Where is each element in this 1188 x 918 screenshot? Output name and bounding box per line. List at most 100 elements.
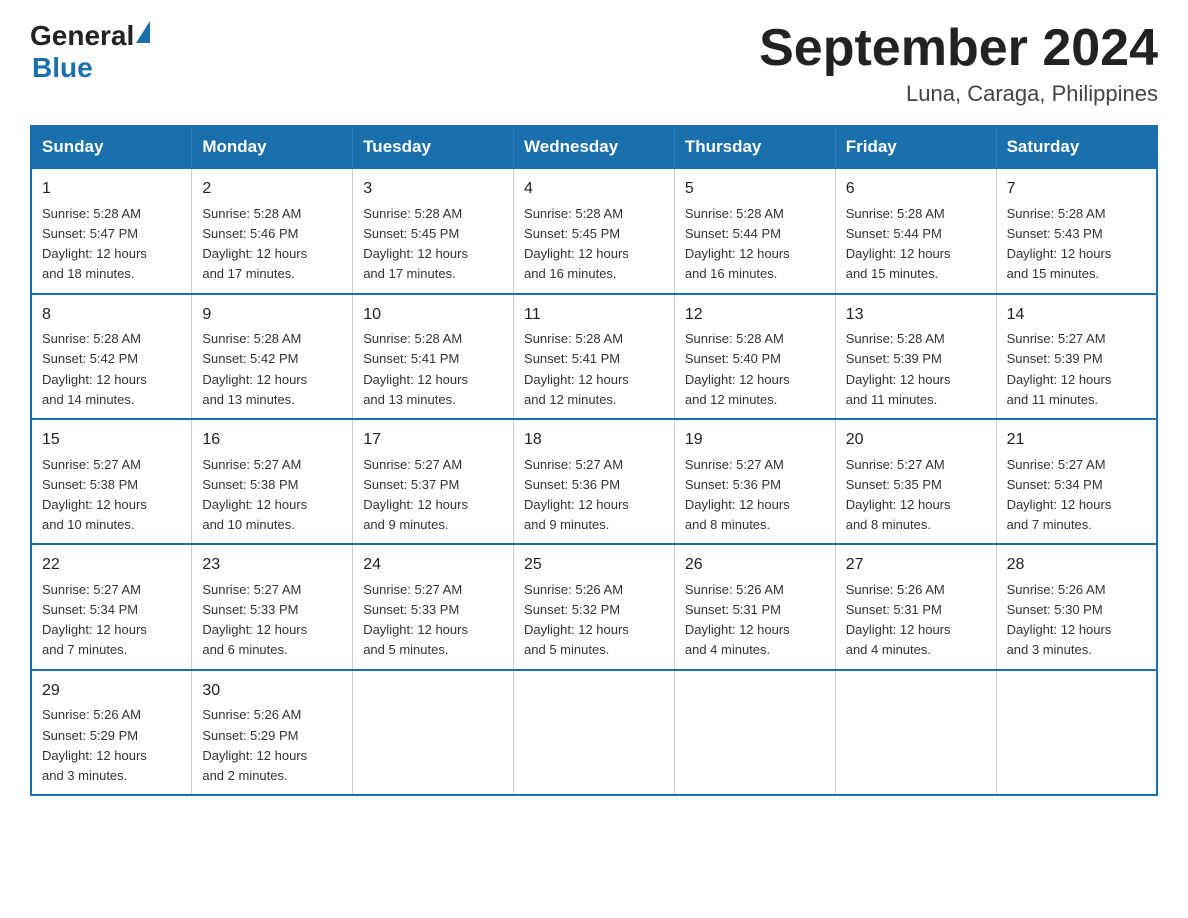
day-number: 27 bbox=[846, 553, 986, 578]
calendar-cell: 23 Sunrise: 5:27 AMSunset: 5:33 PMDaylig… bbox=[192, 544, 353, 669]
day-number: 20 bbox=[846, 428, 986, 453]
day-number: 7 bbox=[1007, 177, 1146, 202]
day-number: 3 bbox=[363, 177, 503, 202]
day-info: Sunrise: 5:28 AMSunset: 5:41 PMDaylight:… bbox=[363, 329, 503, 410]
day-number: 19 bbox=[685, 428, 825, 453]
weekday-header-wednesday: Wednesday bbox=[514, 126, 675, 168]
calendar-table: SundayMondayTuesdayWednesdayThursdayFrid… bbox=[30, 125, 1158, 796]
logo-blue-text: Blue bbox=[32, 52, 93, 84]
calendar-cell bbox=[835, 670, 996, 795]
day-info: Sunrise: 5:28 AMSunset: 5:44 PMDaylight:… bbox=[685, 204, 825, 285]
calendar-cell: 25 Sunrise: 5:26 AMSunset: 5:32 PMDaylig… bbox=[514, 544, 675, 669]
calendar-cell: 14 Sunrise: 5:27 AMSunset: 5:39 PMDaylig… bbox=[996, 294, 1157, 419]
calendar-cell: 3 Sunrise: 5:28 AMSunset: 5:45 PMDayligh… bbox=[353, 168, 514, 293]
calendar-cell: 19 Sunrise: 5:27 AMSunset: 5:36 PMDaylig… bbox=[674, 419, 835, 544]
calendar-cell: 21 Sunrise: 5:27 AMSunset: 5:34 PMDaylig… bbox=[996, 419, 1157, 544]
day-number: 2 bbox=[202, 177, 342, 202]
day-number: 26 bbox=[685, 553, 825, 578]
logo-triangle-icon bbox=[136, 21, 150, 43]
calendar-cell: 13 Sunrise: 5:28 AMSunset: 5:39 PMDaylig… bbox=[835, 294, 996, 419]
title-section: September 2024 Luna, Caraga, Philippines bbox=[759, 20, 1158, 107]
calendar-cell bbox=[674, 670, 835, 795]
day-number: 24 bbox=[363, 553, 503, 578]
weekday-header-thursday: Thursday bbox=[674, 126, 835, 168]
calendar-cell: 16 Sunrise: 5:27 AMSunset: 5:38 PMDaylig… bbox=[192, 419, 353, 544]
day-number: 8 bbox=[42, 303, 181, 328]
day-info: Sunrise: 5:27 AMSunset: 5:35 PMDaylight:… bbox=[846, 455, 986, 536]
calendar-cell: 26 Sunrise: 5:26 AMSunset: 5:31 PMDaylig… bbox=[674, 544, 835, 669]
day-number: 25 bbox=[524, 553, 664, 578]
weekday-header-sunday: Sunday bbox=[31, 126, 192, 168]
calendar-cell: 30 Sunrise: 5:26 AMSunset: 5:29 PMDaylig… bbox=[192, 670, 353, 795]
day-number: 5 bbox=[685, 177, 825, 202]
day-info: Sunrise: 5:28 AMSunset: 5:41 PMDaylight:… bbox=[524, 329, 664, 410]
calendar-cell: 9 Sunrise: 5:28 AMSunset: 5:42 PMDayligh… bbox=[192, 294, 353, 419]
day-number: 15 bbox=[42, 428, 181, 453]
calendar-week-row: 29 Sunrise: 5:26 AMSunset: 5:29 PMDaylig… bbox=[31, 670, 1157, 795]
day-number: 13 bbox=[846, 303, 986, 328]
day-info: Sunrise: 5:28 AMSunset: 5:45 PMDaylight:… bbox=[524, 204, 664, 285]
day-number: 4 bbox=[524, 177, 664, 202]
day-info: Sunrise: 5:27 AMSunset: 5:38 PMDaylight:… bbox=[42, 455, 181, 536]
day-info: Sunrise: 5:28 AMSunset: 5:42 PMDaylight:… bbox=[42, 329, 181, 410]
day-info: Sunrise: 5:26 AMSunset: 5:29 PMDaylight:… bbox=[202, 705, 342, 786]
day-number: 10 bbox=[363, 303, 503, 328]
day-number: 23 bbox=[202, 553, 342, 578]
calendar-subtitle: Luna, Caraga, Philippines bbox=[759, 81, 1158, 107]
day-info: Sunrise: 5:27 AMSunset: 5:36 PMDaylight:… bbox=[685, 455, 825, 536]
weekday-header-saturday: Saturday bbox=[996, 126, 1157, 168]
calendar-cell: 27 Sunrise: 5:26 AMSunset: 5:31 PMDaylig… bbox=[835, 544, 996, 669]
day-info: Sunrise: 5:28 AMSunset: 5:46 PMDaylight:… bbox=[202, 204, 342, 285]
page-header: General Blue September 2024 Luna, Caraga… bbox=[30, 20, 1158, 107]
day-info: Sunrise: 5:27 AMSunset: 5:38 PMDaylight:… bbox=[202, 455, 342, 536]
calendar-week-row: 8 Sunrise: 5:28 AMSunset: 5:42 PMDayligh… bbox=[31, 294, 1157, 419]
calendar-cell: 7 Sunrise: 5:28 AMSunset: 5:43 PMDayligh… bbox=[996, 168, 1157, 293]
day-info: Sunrise: 5:27 AMSunset: 5:33 PMDaylight:… bbox=[363, 580, 503, 661]
weekday-header-row: SundayMondayTuesdayWednesdayThursdayFrid… bbox=[31, 126, 1157, 168]
day-info: Sunrise: 5:26 AMSunset: 5:32 PMDaylight:… bbox=[524, 580, 664, 661]
day-number: 22 bbox=[42, 553, 181, 578]
calendar-cell: 12 Sunrise: 5:28 AMSunset: 5:40 PMDaylig… bbox=[674, 294, 835, 419]
calendar-cell: 22 Sunrise: 5:27 AMSunset: 5:34 PMDaylig… bbox=[31, 544, 192, 669]
day-info: Sunrise: 5:26 AMSunset: 5:30 PMDaylight:… bbox=[1007, 580, 1146, 661]
calendar-cell: 28 Sunrise: 5:26 AMSunset: 5:30 PMDaylig… bbox=[996, 544, 1157, 669]
day-info: Sunrise: 5:26 AMSunset: 5:29 PMDaylight:… bbox=[42, 705, 181, 786]
calendar-cell: 10 Sunrise: 5:28 AMSunset: 5:41 PMDaylig… bbox=[353, 294, 514, 419]
weekday-header-tuesday: Tuesday bbox=[353, 126, 514, 168]
calendar-week-row: 22 Sunrise: 5:27 AMSunset: 5:34 PMDaylig… bbox=[31, 544, 1157, 669]
calendar-cell: 15 Sunrise: 5:27 AMSunset: 5:38 PMDaylig… bbox=[31, 419, 192, 544]
calendar-cell bbox=[996, 670, 1157, 795]
day-number: 11 bbox=[524, 303, 664, 328]
day-number: 18 bbox=[524, 428, 664, 453]
weekday-header-monday: Monday bbox=[192, 126, 353, 168]
day-number: 30 bbox=[202, 679, 342, 704]
calendar-cell: 11 Sunrise: 5:28 AMSunset: 5:41 PMDaylig… bbox=[514, 294, 675, 419]
day-info: Sunrise: 5:28 AMSunset: 5:42 PMDaylight:… bbox=[202, 329, 342, 410]
calendar-week-row: 1 Sunrise: 5:28 AMSunset: 5:47 PMDayligh… bbox=[31, 168, 1157, 293]
day-info: Sunrise: 5:26 AMSunset: 5:31 PMDaylight:… bbox=[685, 580, 825, 661]
calendar-cell: 24 Sunrise: 5:27 AMSunset: 5:33 PMDaylig… bbox=[353, 544, 514, 669]
day-info: Sunrise: 5:28 AMSunset: 5:40 PMDaylight:… bbox=[685, 329, 825, 410]
calendar-cell: 2 Sunrise: 5:28 AMSunset: 5:46 PMDayligh… bbox=[192, 168, 353, 293]
calendar-cell: 5 Sunrise: 5:28 AMSunset: 5:44 PMDayligh… bbox=[674, 168, 835, 293]
weekday-header-friday: Friday bbox=[835, 126, 996, 168]
calendar-cell: 6 Sunrise: 5:28 AMSunset: 5:44 PMDayligh… bbox=[835, 168, 996, 293]
logo-general-text: General bbox=[30, 20, 134, 52]
calendar-cell: 29 Sunrise: 5:26 AMSunset: 5:29 PMDaylig… bbox=[31, 670, 192, 795]
day-number: 29 bbox=[42, 679, 181, 704]
day-number: 14 bbox=[1007, 303, 1146, 328]
calendar-cell: 1 Sunrise: 5:28 AMSunset: 5:47 PMDayligh… bbox=[31, 168, 192, 293]
calendar-cell: 18 Sunrise: 5:27 AMSunset: 5:36 PMDaylig… bbox=[514, 419, 675, 544]
day-info: Sunrise: 5:27 AMSunset: 5:34 PMDaylight:… bbox=[42, 580, 181, 661]
calendar-cell: 20 Sunrise: 5:27 AMSunset: 5:35 PMDaylig… bbox=[835, 419, 996, 544]
day-number: 17 bbox=[363, 428, 503, 453]
day-info: Sunrise: 5:27 AMSunset: 5:36 PMDaylight:… bbox=[524, 455, 664, 536]
day-info: Sunrise: 5:28 AMSunset: 5:43 PMDaylight:… bbox=[1007, 204, 1146, 285]
day-info: Sunrise: 5:26 AMSunset: 5:31 PMDaylight:… bbox=[846, 580, 986, 661]
day-info: Sunrise: 5:28 AMSunset: 5:44 PMDaylight:… bbox=[846, 204, 986, 285]
day-number: 1 bbox=[42, 177, 181, 202]
day-info: Sunrise: 5:27 AMSunset: 5:33 PMDaylight:… bbox=[202, 580, 342, 661]
logo: General Blue bbox=[30, 20, 150, 84]
calendar-week-row: 15 Sunrise: 5:27 AMSunset: 5:38 PMDaylig… bbox=[31, 419, 1157, 544]
day-info: Sunrise: 5:28 AMSunset: 5:39 PMDaylight:… bbox=[846, 329, 986, 410]
